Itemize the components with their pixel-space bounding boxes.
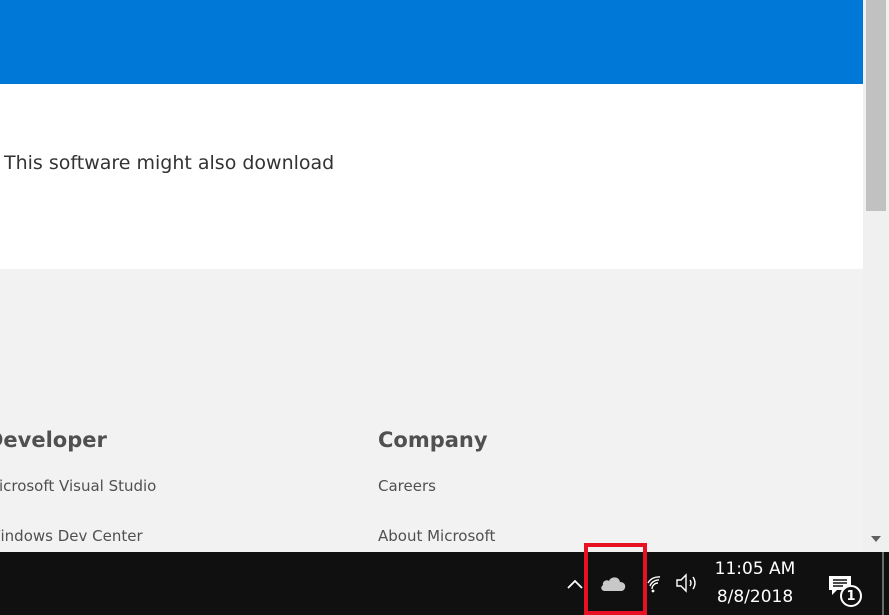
footer-company-heading: Company [378, 428, 488, 452]
show-desktop-button[interactable] [882, 552, 884, 615]
footer-link-visual-studio[interactable]: Microsoft Visual Studio [0, 477, 156, 495]
footer-link-about-microsoft[interactable]: About Microsoft [378, 527, 495, 545]
browser-page: This software might also download Develo… [0, 0, 863, 552]
volume-icon [676, 573, 696, 593]
chevron-up-icon [567, 579, 583, 589]
scrollbar-thumb[interactable] [866, 0, 886, 211]
footer-company-column: Company Careers About Microsoft [378, 425, 495, 545]
content-card: This software might also download [0, 84, 863, 269]
network-tray-button[interactable] [645, 572, 665, 596]
footer-link-careers[interactable]: Careers [378, 477, 436, 495]
footer-link-dev-center[interactable]: Windows Dev Center [0, 527, 143, 545]
highlight-box [584, 543, 647, 615]
footer-developer-heading: Developer [0, 428, 107, 452]
scroll-down-arrow-icon [871, 536, 881, 542]
footer-developer-column: Developer Microsoft Visual Studio Window… [0, 425, 156, 545]
notification-count-badge: 1 [840, 585, 862, 607]
page-banner [0, 0, 863, 84]
content-text: This software might also download [4, 152, 335, 174]
clock-button[interactable]: 11:05 AM 8/8/2018 [708, 556, 802, 612]
wifi-icon [647, 576, 661, 593]
volume-tray-button[interactable] [673, 570, 703, 596]
vertical-scrollbar[interactable] [863, 0, 889, 552]
scroll-down-button[interactable] [863, 532, 889, 546]
taskbar: 11:05 AM 8/8/2018 1 [0, 543, 889, 615]
clock-date: 8/8/2018 [716, 587, 794, 607]
clock-time: 11:05 AM [714, 559, 796, 579]
